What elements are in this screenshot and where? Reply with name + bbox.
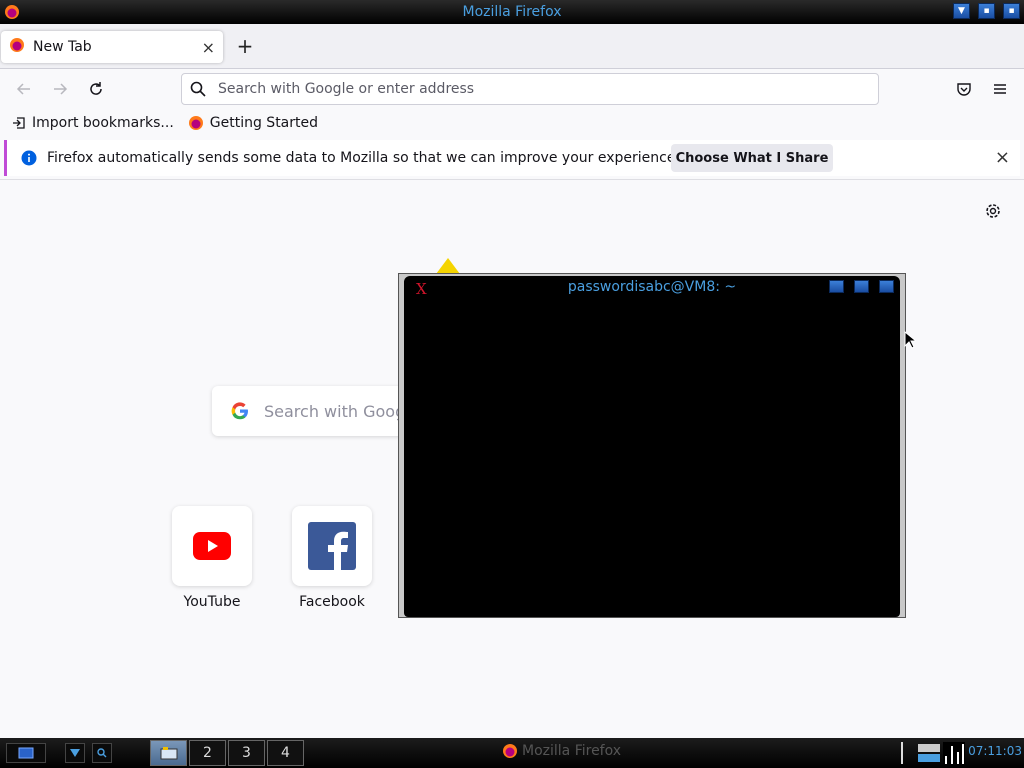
- address-placeholder: Search with Google or enter address: [218, 81, 475, 97]
- bookmark-label: Getting Started: [209, 115, 319, 131]
- firefox-icon: [503, 744, 517, 758]
- taskbar-search-button[interactable]: [92, 743, 112, 763]
- tab-title: New Tab: [33, 39, 92, 55]
- start-menu-button[interactable]: [6, 743, 46, 763]
- back-arrow-icon: [16, 83, 30, 95]
- terminal-close-button[interactable]: [879, 280, 894, 293]
- close-button[interactable]: ▪: [1003, 3, 1020, 19]
- desktop-icon: [160, 747, 177, 760]
- terminal-minimize-button[interactable]: [829, 280, 844, 293]
- workspace-4[interactable]: 4: [267, 740, 304, 766]
- tile-label: Facebook: [299, 594, 365, 610]
- terminal-maximize-button[interactable]: [854, 280, 869, 293]
- reload-button[interactable]: [83, 76, 109, 102]
- facebook-icon: [308, 522, 356, 570]
- workspace-3[interactable]: 3: [228, 740, 265, 766]
- choose-what-i-share-button[interactable]: Choose What I Share: [671, 144, 833, 172]
- youtube-icon: [193, 532, 231, 560]
- chevron-down-icon: [70, 749, 80, 757]
- decorative-shape: [436, 258, 460, 274]
- hamburger-menu-icon: [994, 84, 1006, 94]
- window-list-button[interactable]: [65, 743, 85, 763]
- data-notification-bar: Firefox automatically sends some data to…: [4, 140, 1020, 176]
- reload-icon: [90, 82, 102, 95]
- address-bar[interactable]: Search with Google or enter address: [181, 73, 879, 105]
- search-icon: [190, 81, 206, 97]
- firefox-icon: [4, 4, 20, 24]
- import-icon: [13, 117, 25, 129]
- bookmark-import[interactable]: Import bookmarks...: [12, 115, 174, 131]
- google-icon: [231, 402, 248, 420]
- network-icon[interactable]: [918, 742, 940, 768]
- task-title: Mozilla Firefox: [522, 743, 622, 759]
- window-titlebar[interactable]: Mozilla Firefox ▼ ▪ ▪: [0, 0, 1024, 24]
- forward-button[interactable]: [47, 76, 73, 102]
- new-tab-button[interactable]: +: [234, 35, 256, 57]
- menu-button[interactable]: [987, 76, 1013, 102]
- tray-separator: [900, 742, 904, 768]
- firefox-icon: [9, 37, 25, 57]
- clock: 07:11:03: [968, 744, 1022, 758]
- terminal-window-controls: [829, 280, 894, 293]
- taskbar: 2 3 4 Mozilla Firefox 07:11:03: [0, 738, 1024, 768]
- info-icon: [21, 150, 37, 166]
- minimize-button[interactable]: ▼: [953, 3, 970, 19]
- tab-strip: New Tab × +: [0, 24, 1024, 69]
- nav-bar: Search with Google or enter address: [0, 70, 1024, 108]
- mouse-cursor-icon: [904, 331, 916, 349]
- window-controls: ▼ ▪ ▪: [953, 3, 1020, 19]
- bookmarks-toolbar: Import bookmarks... Getting Started: [0, 110, 1024, 136]
- cpu-monitor-icon[interactable]: [943, 742, 965, 768]
- taskbar-task-firefox[interactable]: Mozilla Firefox: [502, 743, 621, 759]
- terminal-title: passwordisabc@VM8: ~: [567, 279, 737, 295]
- terminal-window[interactable]: X passwordisabc@VM8: ~: [398, 273, 906, 618]
- workspace-1[interactable]: [150, 740, 187, 766]
- window-title: Mozilla Firefox: [462, 4, 562, 20]
- tile-label: YouTube: [183, 594, 241, 610]
- bookmark-getting-started[interactable]: Getting Started: [188, 115, 318, 131]
- top-site-facebook[interactable]: Facebook: [292, 506, 372, 610]
- top-site-youtube[interactable]: YouTube: [172, 506, 252, 610]
- firefox-icon: [188, 116, 203, 130]
- notification-text: Firefox automatically sends some data to…: [47, 150, 680, 166]
- tab-close-icon[interactable]: ×: [202, 38, 215, 57]
- notification-close-icon[interactable]: ×: [995, 147, 1010, 168]
- tile-icon-box: [172, 506, 252, 586]
- bookmark-label: Import bookmarks...: [32, 115, 174, 131]
- forward-arrow-icon: [54, 83, 68, 95]
- menu-icon: [18, 747, 34, 759]
- pocket-icon: [957, 83, 971, 96]
- terminal-body[interactable]: X passwordisabc@VM8: ~: [404, 276, 900, 617]
- tile-icon-box: [292, 506, 372, 586]
- gear-icon[interactable]: [984, 202, 1002, 220]
- search-icon: [97, 748, 107, 758]
- tab-new-tab[interactable]: New Tab ×: [1, 31, 223, 63]
- maximize-button[interactable]: ▪: [978, 3, 995, 19]
- pocket-button[interactable]: [951, 76, 977, 102]
- newtab-search-placeholder: Search with Google: [264, 401, 420, 421]
- workspace-2[interactable]: 2: [189, 740, 226, 766]
- back-button[interactable]: [11, 76, 37, 102]
